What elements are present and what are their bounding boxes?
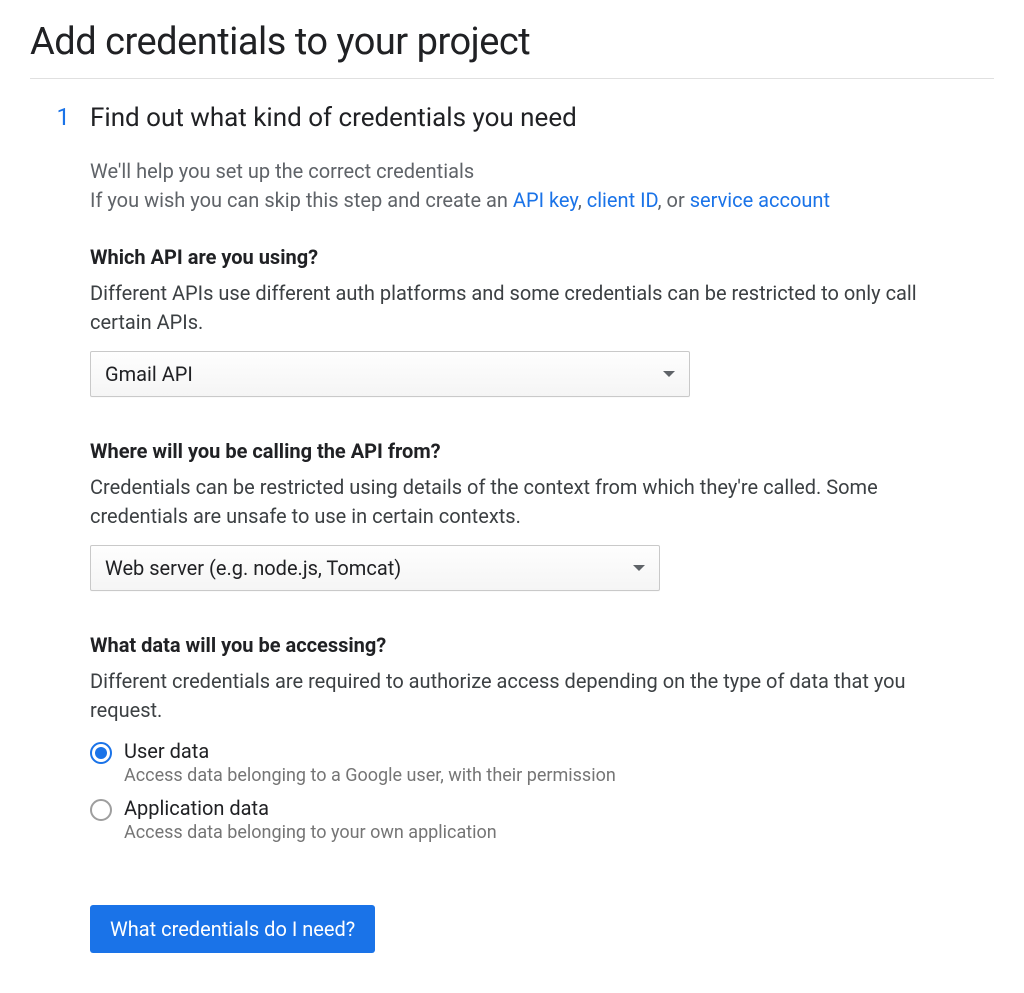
step-intro: We'll help you set up the correct creden…	[90, 157, 964, 215]
radio-user-data-label: User data	[124, 739, 964, 763]
api-select[interactable]: Gmail API	[90, 351, 690, 397]
intro-line1: We'll help you set up the correct creden…	[90, 157, 964, 186]
section-calling-from-heading: Where will you be calling the API from?	[90, 439, 964, 463]
calling-from-select[interactable]: Web server (e.g. node.js, Tomcat)	[90, 545, 660, 591]
radio-application-data[interactable]: Application data Access data belonging t…	[90, 796, 964, 843]
section-calling-from-desc: Credentials can be restricted using deta…	[90, 473, 964, 531]
intro-line2: If you wish you can skip this step and c…	[90, 186, 964, 215]
page-title: Add credentials to your project	[30, 20, 994, 64]
section-which-api: Which API are you using? Different APIs …	[90, 245, 964, 397]
calling-from-select-value: Web server (e.g. node.js, Tomcat)	[105, 556, 401, 580]
radio-button-icon	[90, 799, 112, 821]
radio-user-data[interactable]: User data Access data belonging to a Goo…	[90, 739, 964, 786]
intro-sep1: ,	[578, 188, 587, 212]
link-client-id[interactable]: client ID	[587, 188, 658, 212]
section-calling-from: Where will you be calling the API from? …	[90, 439, 964, 591]
link-service-account[interactable]: service account	[690, 188, 830, 212]
api-select-value: Gmail API	[105, 362, 193, 386]
caret-down-icon	[663, 371, 675, 377]
section-data-access-desc: Different credentials are required to au…	[90, 667, 964, 725]
step-title: Find out what kind of credentials you ne…	[90, 103, 964, 133]
section-data-access-heading: What data will you be accessing?	[90, 633, 964, 657]
data-access-radio-group: User data Access data belonging to a Goo…	[90, 739, 964, 843]
radio-application-data-desc: Access data belonging to your own applic…	[124, 822, 964, 843]
step-1: 1 Find out what kind of credentials you …	[30, 103, 994, 953]
radio-application-data-label: Application data	[124, 796, 964, 820]
section-data-access: What data will you be accessing? Differe…	[90, 633, 964, 843]
radio-user-data-desc: Access data belonging to a Google user, …	[124, 765, 964, 786]
section-which-api-heading: Which API are you using?	[90, 245, 964, 269]
section-which-api-desc: Different APIs use different auth platfo…	[90, 279, 964, 337]
divider	[30, 78, 994, 79]
intro-prefix: If you wish you can skip this step and c…	[90, 188, 513, 212]
radio-button-icon	[90, 742, 112, 764]
step-number: 1	[30, 103, 90, 131]
link-api-key[interactable]: API key	[513, 188, 578, 212]
intro-sep2: , or	[658, 188, 690, 212]
caret-down-icon	[633, 565, 645, 571]
